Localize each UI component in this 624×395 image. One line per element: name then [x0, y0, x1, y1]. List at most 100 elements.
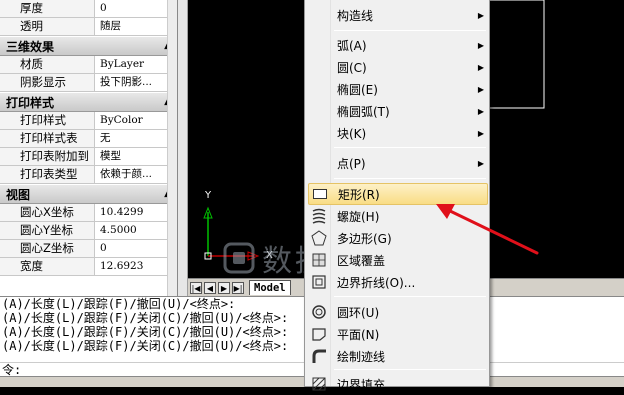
- menu-item-trace[interactable]: 绘制迹线: [308, 345, 488, 367]
- submenu-arrow-icon: ▶: [477, 84, 485, 94]
- property-value[interactable]: 投下阴影...: [95, 74, 177, 91]
- property-value[interactable]: 4.5000: [95, 222, 177, 239]
- section-header-view[interactable]: 视图 ▲: [0, 184, 177, 204]
- property-row[interactable]: 透明 随层: [0, 18, 177, 36]
- tab-model[interactable]: Model: [249, 280, 291, 295]
- draw-context-menu: 构造线 ▶ 弧(A) ▶ 圆(C) ▶ 椭圆(E) ▶ 椭圆弧(T) ▶ 块(K…: [304, 0, 490, 392]
- property-row[interactable]: 材质 ByLayer: [0, 56, 177, 74]
- rectangle-icon: [309, 183, 331, 205]
- last-tab-button[interactable]: ▶|: [232, 281, 244, 294]
- property-value[interactable]: 依赖于颜...: [95, 166, 177, 183]
- menu-item-label: 点(P): [337, 156, 366, 171]
- section-header-plot-style[interactable]: 打印样式 ▲: [0, 92, 177, 112]
- menu-separator: [334, 147, 486, 148]
- property-label: 厚度: [0, 0, 95, 17]
- menu-item-elliptical-arc[interactable]: 椭圆弧(T) ▶: [308, 100, 488, 122]
- hatch-icon: [308, 373, 330, 395]
- property-value[interactable]: 0: [95, 0, 177, 17]
- menu-item-block[interactable]: 块(K) ▶: [308, 122, 488, 144]
- properties-scrollbar[interactable]: [167, 0, 177, 296]
- menu-item-donut[interactable]: 圆环(U): [308, 301, 488, 323]
- property-value[interactable]: 10.4299: [95, 204, 177, 221]
- menu-item-circle[interactable]: 圆(C) ▶: [308, 56, 488, 78]
- axis-x-label: X: [266, 250, 273, 261]
- blank-icon: [308, 56, 330, 78]
- palette-side-bar[interactable]: [178, 0, 188, 296]
- section-title: 视图: [6, 187, 31, 202]
- property-label: 阴影显示: [0, 74, 95, 91]
- next-tab-button[interactable]: ▶: [218, 281, 230, 294]
- property-label: 材质: [0, 56, 95, 73]
- blank-icon: [308, 34, 330, 56]
- menu-item-label: 绘制迹线: [337, 349, 386, 364]
- blank-icon: [308, 78, 330, 100]
- menu-item-ellipse[interactable]: 椭圆(E) ▶: [308, 78, 488, 100]
- boundary-icon: [308, 271, 330, 293]
- property-label: 圆心Y坐标: [0, 222, 95, 239]
- submenu-arrow-icon: ▶: [477, 62, 485, 72]
- property-value[interactable]: 随层: [95, 18, 177, 35]
- menu-item-wipeout[interactable]: 区域覆盖: [308, 249, 488, 271]
- menu-item-label: 螺旋(H): [337, 209, 380, 224]
- section-title: 打印样式: [6, 95, 55, 110]
- property-row[interactable]: 阴影显示 投下阴影...: [0, 74, 177, 92]
- property-row[interactable]: 宽度 12.6923: [0, 258, 177, 276]
- property-row[interactable]: 打印表附加到 模型: [0, 148, 177, 166]
- menu-item-label: 边界填充: [337, 377, 386, 392]
- menu-item-planar[interactable]: 平面(N): [308, 323, 488, 345]
- blank-icon: [308, 4, 330, 26]
- menu-item-hatch[interactable]: 边界填充: [308, 373, 488, 395]
- property-value[interactable]: ByLayer: [95, 56, 177, 73]
- property-value[interactable]: 无: [95, 130, 177, 147]
- property-label: 圆心Z坐标: [0, 240, 95, 257]
- menu-item-label: 构造线: [337, 8, 374, 23]
- menu-item-label: 矩形(R): [338, 187, 380, 202]
- menu-item-label: 圆(C): [337, 60, 367, 75]
- property-row[interactable]: 圆心X坐标 10.4299: [0, 204, 177, 222]
- property-row[interactable]: 打印表类型 依赖于颜...: [0, 166, 177, 184]
- first-tab-button[interactable]: |◀: [190, 281, 202, 294]
- property-row[interactable]: 厚度 0: [0, 0, 177, 18]
- properties-palette: 厚度 0 透明 随层 三维效果 ▲ 材质 ByLayer 阴影显示 投下阴影..…: [0, 0, 178, 296]
- menu-item-label: 多边形(G): [337, 231, 392, 246]
- blank-icon: [308, 122, 330, 144]
- menu-separator: [334, 296, 486, 297]
- menu-separator: [334, 369, 486, 370]
- drawn-rectangle-edge: [488, 0, 545, 109]
- property-row[interactable]: 圆心Y坐标 4.5000: [0, 222, 177, 240]
- menu-item-boundary[interactable]: 边界折线(O)...: [308, 271, 488, 293]
- property-value[interactable]: ByColor: [95, 112, 177, 129]
- horizontal-scrollbar[interactable]: [488, 278, 624, 296]
- submenu-arrow-icon: ▶: [477, 40, 485, 50]
- menu-item-label: 平面(N): [337, 327, 380, 342]
- donut-icon: [308, 301, 330, 323]
- menu-item-polygon[interactable]: 多边形(G): [308, 227, 488, 249]
- property-row[interactable]: 圆心Z坐标 0: [0, 240, 177, 258]
- property-row[interactable]: 打印样式表 无: [0, 130, 177, 148]
- menu-item-label: 椭圆弧(T): [337, 104, 390, 119]
- menu-item-label: 弧(A): [337, 38, 367, 53]
- menu-item-helix[interactable]: 螺旋(H): [308, 205, 488, 227]
- menu-item-label: 圆环(U): [337, 305, 380, 320]
- property-value[interactable]: 0: [95, 240, 177, 257]
- property-value[interactable]: 模型: [95, 148, 177, 165]
- trace-icon: [308, 345, 330, 367]
- property-label: 打印样式表: [0, 130, 95, 147]
- helix-icon: [308, 205, 330, 227]
- property-label: 打印表附加到: [0, 148, 95, 165]
- property-value[interactable]: 12.6923: [95, 258, 177, 275]
- menu-separator: [334, 178, 486, 179]
- property-label: 打印样式: [0, 112, 95, 129]
- menu-item-rectangle[interactable]: 矩形(R): [308, 183, 488, 205]
- prev-tab-button[interactable]: ◀: [204, 281, 216, 294]
- menu-item-xline[interactable]: 构造线 ▶: [308, 4, 488, 26]
- menu-item-point[interactable]: 点(P) ▶: [308, 152, 488, 174]
- section-header-3d-effects[interactable]: 三维效果 ▲: [0, 36, 177, 56]
- ucs-icon: [203, 206, 260, 261]
- planar-surface-icon: [308, 323, 330, 345]
- axis-y-label: Y: [205, 190, 212, 201]
- menu-separator: [334, 30, 486, 31]
- property-row[interactable]: 打印样式 ByColor: [0, 112, 177, 130]
- menu-item-arc[interactable]: 弧(A) ▶: [308, 34, 488, 56]
- submenu-arrow-icon: ▶: [477, 106, 485, 116]
